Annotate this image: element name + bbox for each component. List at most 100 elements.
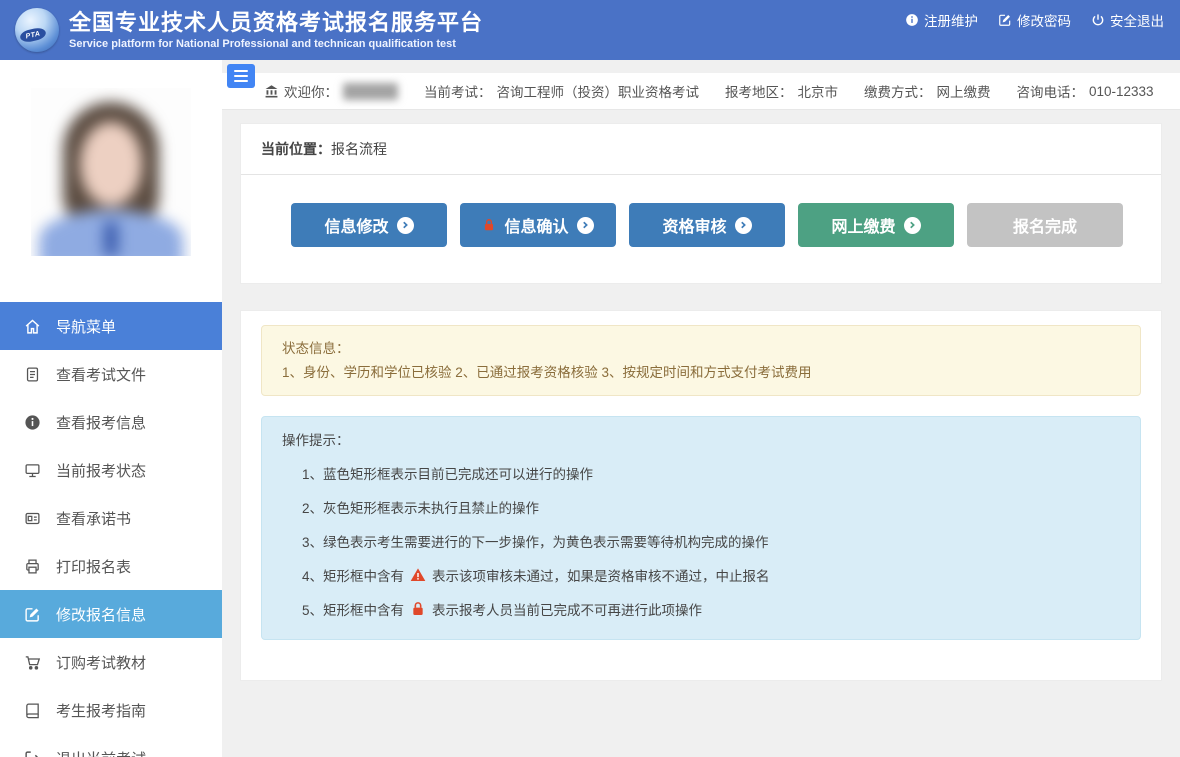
change-password-link[interactable]: 修改密码	[998, 10, 1071, 30]
app-header: PTA 全国专业技术人员资格考试报名服务平台 Service platform …	[0, 0, 1180, 60]
sidebar-item-exam-files[interactable]: 查看考试文件	[0, 350, 222, 398]
printer-icon	[24, 558, 41, 575]
signout-icon	[24, 750, 41, 757]
registration-complete-label: 报名完成	[1013, 213, 1077, 237]
info-confirm-label: 信息确认	[504, 213, 568, 237]
tip-item-1: 1、蓝色矩形框表示目前已完成还可以进行的操作	[282, 463, 1120, 483]
welcome-bar: 欢迎你： 当前考试： 咨询工程师（投资）职业资格考试 报考地区： 北京市 缴费方…	[222, 73, 1180, 110]
breadcrumb: 当前位置：报名流程	[241, 124, 1161, 175]
pta-logo-icon: PTA	[15, 8, 59, 52]
arrow-circle-icon	[577, 217, 594, 234]
payment-method-value: 网上缴费	[937, 81, 991, 101]
applicant-photo-blur	[31, 88, 191, 256]
lock-icon	[410, 601, 426, 617]
operation-tips-box: 操作提示： 1、蓝色矩形框表示目前已完成还可以进行的操作 2、灰色矩形框表示未执…	[261, 416, 1141, 640]
main-content: 欢迎你： 当前考试： 咨询工程师（投资）职业资格考试 报考地区： 北京市 缴费方…	[222, 60, 1180, 757]
operation-tips-title: 操作提示：	[282, 429, 1120, 449]
hotline-value: 010-12333	[1089, 84, 1154, 99]
payment-method: 缴费方式： 网上缴费	[864, 81, 991, 101]
greeting: 欢迎你：	[264, 81, 398, 101]
exam-region: 报考地区： 北京市	[725, 81, 838, 101]
sidebar-item-label: 订购考试教材	[56, 652, 146, 673]
sidebar-item-label: 考生报考指南	[56, 700, 146, 721]
card-icon	[24, 510, 41, 527]
sidebar-item-modify-registration[interactable]: 修改报名信息	[0, 590, 222, 638]
exam-region-value: 北京市	[798, 81, 839, 101]
sidebar-item-label: 打印报名表	[56, 556, 131, 577]
hotline: 咨询电话： 010-12333	[1017, 81, 1154, 101]
sidebar-item-label: 修改报名信息	[56, 604, 146, 625]
status-tips-card: 状态信息： 1、身份、学历和学位已核验 2、已通过报考资格核验 3、按规定时间和…	[240, 310, 1162, 681]
cart-icon	[24, 654, 41, 671]
tip-item-4: 4、矩形框中含有 表示该项审核未通过，如果是资格审核不通过，中止报名	[282, 565, 1120, 585]
change-password-label: 修改密码	[1017, 10, 1071, 30]
exam-region-label: 报考地区：	[725, 81, 793, 101]
tip-item-5: 5、矩形框中含有 表示报考人员当前已完成不可再进行此项操作	[282, 599, 1120, 619]
sidebar-item-label: 查看报考信息	[56, 412, 146, 433]
status-info-box: 状态信息： 1、身份、学历和学位已核验 2、已通过报考资格核验 3、按规定时间和…	[261, 325, 1141, 396]
status-info-line: 1、身份、学历和学位已核验 2、已通过报考资格核验 3、按规定时间和方式支付考试…	[282, 361, 1120, 385]
book-icon	[24, 702, 41, 719]
bank-icon	[264, 84, 279, 99]
sidebar-item-registration-info[interactable]: 查看报考信息	[0, 398, 222, 446]
info-modify-button[interactable]: 信息修改	[291, 203, 447, 247]
status-info-title: 状态信息：	[282, 337, 1120, 361]
current-exam-value: 咨询工程师（投资）职业资格考试	[497, 81, 700, 101]
online-payment-label: 网上缴费	[831, 213, 895, 237]
sidebar-item-label: 导航菜单	[56, 316, 116, 337]
info-icon	[905, 13, 919, 27]
registration-complete-button: 报名完成	[967, 203, 1123, 247]
logout-label: 安全退出	[1110, 10, 1164, 30]
info-modify-label: 信息修改	[324, 213, 388, 237]
sidebar-item-label: 查看考试文件	[56, 364, 146, 385]
sidebar-item-order-textbooks[interactable]: 订购考试教材	[0, 638, 222, 686]
register-maintain-label: 注册维护	[924, 10, 978, 30]
desktop-icon	[24, 462, 41, 479]
power-icon	[1091, 13, 1105, 27]
applicant-photo	[31, 88, 191, 256]
online-payment-button[interactable]: 网上缴费	[798, 203, 954, 247]
logout-link[interactable]: 安全退出	[1091, 10, 1164, 30]
edit-square-icon	[24, 606, 41, 623]
warning-icon	[410, 567, 426, 583]
sidebar-item-current-status[interactable]: 当前报考状态	[0, 446, 222, 494]
sidebar-item-print-form[interactable]: 打印报名表	[0, 542, 222, 590]
sidebar: 导航菜单 查看考试文件 查看报考信息 当前报考状态 查看承诺书 打印报名表	[0, 60, 222, 757]
qualification-review-label: 资格审核	[662, 213, 726, 237]
payment-method-label: 缴费方式：	[864, 81, 932, 101]
tip-item-2: 2、灰色矩形框表示未执行且禁止的操作	[282, 497, 1120, 517]
sidebar-item-commitment-letter[interactable]: 查看承诺书	[0, 494, 222, 542]
lock-icon	[482, 218, 496, 232]
sidebar-item-label: 当前报考状态	[56, 460, 146, 481]
hotline-label: 咨询电话：	[1017, 81, 1085, 101]
arrow-circle-icon	[904, 217, 921, 234]
sidebar-item-label: 退出当前考试	[56, 748, 146, 757]
sidebar-menu: 导航菜单 查看考试文件 查看报考信息 当前报考状态 查看承诺书 打印报名表	[0, 302, 222, 757]
sidebar-item-candidate-guide[interactable]: 考生报考指南	[0, 686, 222, 734]
sidebar-item-label: 查看承诺书	[56, 508, 131, 529]
breadcrumb-value: 报名流程	[331, 141, 387, 157]
info-confirm-button[interactable]: 信息确认	[460, 203, 616, 247]
greeting-label: 欢迎你：	[284, 81, 338, 101]
tip-item-3: 3、绿色表示考生需要进行的下一步操作，为黄色表示需要等待机构完成的操作	[282, 531, 1120, 551]
register-maintain-link[interactable]: 注册维护	[905, 10, 978, 30]
qualification-review-button[interactable]: 资格审核	[629, 203, 785, 247]
app-title: 全国专业技术人员资格考试报名服务平台	[69, 10, 483, 35]
sidebar-item-exit-exam[interactable]: 退出当前考试	[0, 734, 222, 757]
header-links: 注册维护 修改密码 安全退出	[905, 0, 1164, 40]
registration-flow-card: 当前位置：报名流程 信息修改 信息确认 资格审核 网上缴费	[240, 123, 1162, 284]
info-circle-icon	[24, 414, 41, 431]
logo: PTA 全国专业技术人员资格考试报名服务平台 Service platform …	[15, 8, 483, 52]
arrow-circle-icon	[397, 217, 414, 234]
breadcrumb-label: 当前位置：	[261, 141, 331, 157]
sidebar-item-nav-menu[interactable]: 导航菜单	[0, 302, 222, 350]
menu-toggle-button[interactable]	[227, 64, 255, 88]
arrow-circle-icon	[735, 217, 752, 234]
edit-icon	[998, 13, 1012, 27]
current-exam: 当前考试： 咨询工程师（投资）职业资格考试	[424, 81, 699, 101]
current-exam-label: 当前考试：	[424, 81, 492, 101]
process-buttons-row: 信息修改 信息确认 资格审核 网上缴费 报名完成	[241, 175, 1161, 283]
home-icon	[24, 318, 41, 335]
app-subtitle: Service platform for National Profession…	[69, 38, 483, 50]
applicant-name-blurred	[343, 83, 398, 100]
